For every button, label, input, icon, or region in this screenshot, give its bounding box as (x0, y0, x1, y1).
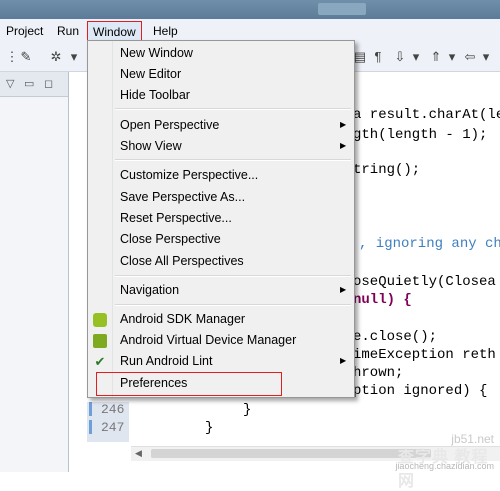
code-line: hrown; (353, 365, 404, 381)
maximize-icon[interactable]: ◻ (44, 77, 53, 90)
code-line: } (243, 402, 252, 418)
window-title-bar (0, 0, 500, 19)
chevron-down-icon-3[interactable]: ▾ (444, 49, 460, 65)
change-marker (89, 420, 92, 434)
back-arrow-icon[interactable]: ⇦ (462, 49, 478, 65)
menu-separator (115, 159, 351, 161)
code-line: a result.charAt(le (353, 107, 500, 123)
code-line: imeException reth (353, 347, 496, 363)
lint-check-icon: ✔ (94, 354, 106, 369)
toggle-mark-icon[interactable]: ✎ (18, 49, 34, 65)
menu-save-perspective-as[interactable]: Save Perspective As... (120, 187, 245, 207)
menu-android-sdk-manager[interactable]: Android SDK Manager (120, 309, 245, 329)
submenu-arrow-icon: ▶ (340, 285, 347, 294)
menu-run-android-lint[interactable]: Run Android Lint (120, 351, 212, 371)
line-number: 247 (101, 420, 125, 435)
title-bar-tab (318, 3, 366, 15)
menu-hide-toolbar[interactable]: Hide Toolbar (120, 85, 190, 105)
scroll-left-icon[interactable]: ◀ (135, 447, 142, 461)
debug-gear-icon[interactable]: ✲ (48, 49, 64, 65)
menu-separator (115, 108, 351, 110)
code-keyword-line: null) { (353, 292, 412, 308)
code-line: oseQuietly(Closea (353, 274, 496, 290)
line-number: 246 (101, 402, 125, 417)
left-view-tab: ▽ ▭ ◻ (0, 72, 68, 97)
left-view-panel: ▽ ▭ ◻ (0, 72, 69, 472)
code-line: e.close(); (353, 329, 438, 345)
menu-close-perspective[interactable]: Close Perspective (120, 229, 221, 249)
menu-new-editor[interactable]: New Editor (120, 64, 181, 84)
menu-separator (115, 304, 351, 306)
submenu-arrow-icon: ▶ (340, 141, 347, 150)
minimize-icon[interactable]: ▭ (24, 77, 34, 90)
window-menu-dropdown: New Window New Editor Hide Toolbar Open … (87, 40, 355, 398)
menu-new-window[interactable]: New Window (120, 43, 193, 63)
chevron-down-icon[interactable]: ▾ (66, 49, 82, 65)
menu-preferences[interactable]: Preferences (120, 373, 187, 393)
menu-separator (115, 275, 351, 277)
scrollbar-thumb[interactable] (151, 449, 431, 458)
chevron-down-icon-2[interactable]: ▾ (408, 49, 424, 65)
paragraph-icon[interactable]: ¶ (370, 49, 386, 65)
code-line: } (205, 420, 214, 436)
menu-customize-perspective[interactable]: Customize Perspective... (120, 165, 258, 185)
menu-navigation[interactable]: Navigation (120, 280, 179, 300)
menu-android-virtual-device-manager[interactable]: Android Virtual Device Manager (120, 330, 296, 350)
menu-help[interactable]: Help (149, 23, 182, 39)
menu-run[interactable]: Run (53, 23, 83, 39)
change-marker (89, 402, 92, 416)
menu-reset-perspective[interactable]: Reset Perspective... (120, 208, 232, 228)
menu-close-all-perspectives[interactable]: Close All Perspectives (120, 251, 244, 271)
code-line: gth(length - 1); (353, 127, 488, 143)
watermark: jb51.net 查字典 教程网 jiaocheng.chazidian.com (395, 432, 498, 490)
code-line: ption ignored) { (353, 383, 488, 399)
menu-open-perspective[interactable]: Open Perspective (120, 115, 219, 135)
watermark-bottom: jiaocheng.chazidian.com (395, 461, 494, 471)
view-menu-icon[interactable]: ▽ (6, 77, 14, 90)
chevron-down-icon-4[interactable]: ▾ (478, 49, 494, 65)
code-comment-line: , ignoring any ch (359, 236, 500, 252)
annotation-icon[interactable]: ⇩ (392, 49, 408, 65)
android-device-icon (93, 334, 107, 348)
submenu-arrow-icon: ▶ (340, 356, 347, 365)
code-line: tring(); (353, 162, 421, 178)
submenu-arrow-icon: ▶ (340, 120, 347, 129)
menu-show-view[interactable]: Show View (120, 136, 182, 156)
android-sdk-manager-icon (93, 313, 107, 327)
menu-project[interactable]: Project (2, 23, 47, 39)
next-annotation-icon[interactable]: ⇑ (428, 49, 444, 65)
